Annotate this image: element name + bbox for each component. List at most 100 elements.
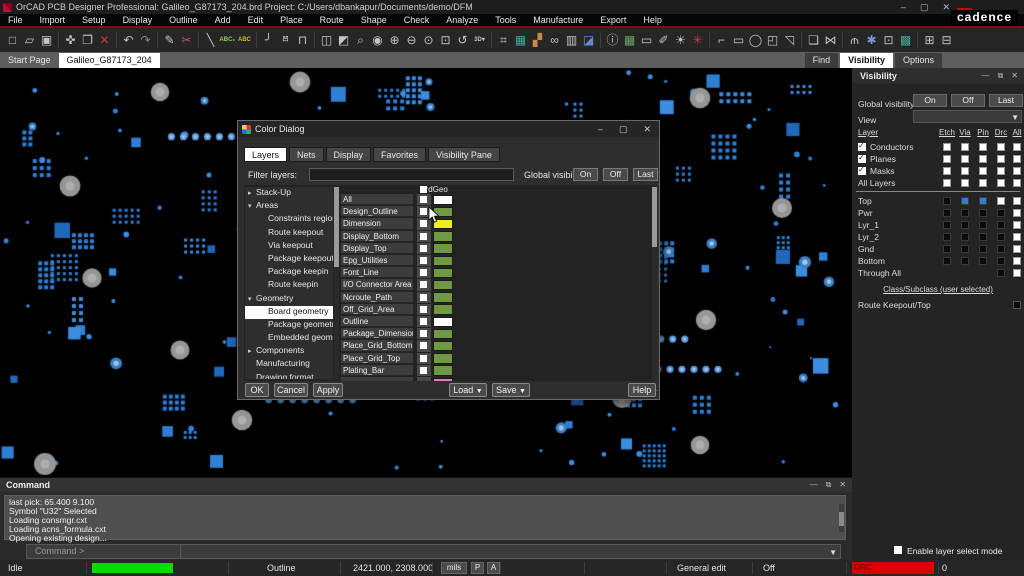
new-file-icon[interactable]: □ (4, 31, 21, 49)
subclass-icon[interactable]: ▞ (529, 31, 546, 49)
menu-tools[interactable]: Tools (495, 15, 516, 25)
pin-array-icon[interactable]: ⫙ (846, 31, 863, 49)
command-minimize-icon[interactable]: — (810, 480, 818, 490)
menu-check[interactable]: Check (404, 15, 430, 25)
visibility-cell-all[interactable] (1013, 167, 1021, 175)
visibility-cell-pin[interactable] (979, 257, 987, 265)
visibility-cell-drc[interactable] (997, 197, 1005, 205)
column-header-layer[interactable]: Layer (858, 128, 878, 137)
drc-indicator[interactable]: DRC (852, 562, 934, 574)
menu-manufacture[interactable]: Manufacture (533, 15, 583, 25)
shape-select-icon[interactable]: ◰ (764, 31, 781, 49)
layer-visibility-checkbox[interactable] (420, 318, 427, 325)
unhighlight-icon[interactable]: ✳ (689, 31, 706, 49)
visibility-cell-drc[interactable] (997, 143, 1005, 151)
zoom-center-icon[interactable]: ◉ (369, 31, 386, 49)
layer-color-swatch[interactable] (433, 329, 453, 340)
ruler-icon[interactable]: ▭ (638, 31, 655, 49)
color-grid-icon[interactable]: ▩ (897, 31, 914, 49)
layer-color-swatch[interactable] (433, 292, 453, 303)
delete-icon[interactable]: ✕ (96, 31, 113, 49)
visibility-cell-etch[interactable] (943, 167, 951, 175)
enable-layer-select-checkbox[interactable] (894, 546, 902, 554)
dialog-tab-favorites[interactable]: Favorites (373, 147, 426, 162)
visibility-cell-drc[interactable] (997, 209, 1005, 217)
doc-tab-galileo-g87173-204[interactable]: Galileo_G87173_204 (59, 53, 160, 68)
snapshot-icon[interactable]: ⊡ (880, 31, 897, 49)
visibility-cell-all[interactable] (1013, 245, 1021, 253)
visibility-cell-via[interactable] (961, 155, 969, 163)
tree-item-package-keepin[interactable]: Package keepin (245, 266, 333, 279)
global-visibility-last-button[interactable]: Last (989, 94, 1023, 107)
dialog-tab-visibility-pane[interactable]: Visibility Pane (428, 147, 500, 162)
menu-place[interactable]: Place (280, 15, 303, 25)
tree-item-drawing-format[interactable]: Drawing format (245, 372, 333, 379)
column-header-via[interactable]: Via (959, 128, 970, 137)
move-icon[interactable]: ✜ (62, 31, 79, 49)
menu-shape[interactable]: Shape (361, 15, 387, 25)
panel-tab-find[interactable]: Find (805, 53, 839, 68)
dialog-global-on-button[interactable]: On (573, 168, 598, 181)
command-history-dropdown-icon[interactable]: ▼ (829, 548, 837, 557)
tree-item-constraints-region[interactable]: Constraints region (245, 213, 333, 226)
dialog-tab-layers[interactable]: Layers (244, 147, 287, 162)
tree-item-route-keepout[interactable]: Route keepout (245, 227, 333, 240)
layer-visibility-checkbox[interactable] (420, 294, 427, 301)
custom-smooth-icon[interactable]: ⊓ (294, 31, 311, 49)
save-button[interactable]: Save ▼ (492, 383, 530, 397)
layer-group-checkbox[interactable] (858, 143, 866, 151)
visibility-cell-all[interactable] (1013, 143, 1021, 151)
visibility-cell-etch[interactable] (943, 155, 951, 163)
menu-route[interactable]: Route (320, 15, 344, 25)
tree-item-components[interactable]: ▸Components (245, 345, 333, 358)
command-float-icon[interactable]: ⧉ (826, 480, 832, 490)
layer-color-swatch[interactable] (433, 280, 453, 291)
visibility-cell-all[interactable] (1013, 197, 1021, 205)
tree-item-geometry[interactable]: ▾Geometry (245, 293, 333, 306)
tree-item-areas[interactable]: ▾Areas (245, 200, 333, 213)
undo-icon[interactable]: ↶ (120, 31, 137, 49)
menu-analyze[interactable]: Analyze (446, 15, 478, 25)
visibility-cell-etch[interactable] (943, 197, 951, 205)
add-line-icon[interactable]: ╲ (202, 31, 219, 49)
layer-visibility-checkbox[interactable] (420, 233, 427, 240)
visibility-cell-drc[interactable] (997, 179, 1005, 187)
shape-delete-icon[interactable]: ◹ (781, 31, 798, 49)
dialog-tab-nets[interactable]: Nets (289, 147, 324, 162)
list-header-checkbox[interactable] (420, 186, 427, 193)
p-button[interactable]: P (471, 562, 484, 574)
add-pin-icon[interactable]: ⊞ (921, 31, 938, 49)
layer-color-swatch[interactable] (433, 353, 453, 364)
visibility-cell-etch[interactable] (943, 245, 951, 253)
minimize-icon[interactable]: – (901, 2, 906, 13)
layer-visibility-checkbox[interactable] (420, 342, 427, 349)
layer-visibility-checkbox[interactable] (420, 196, 427, 203)
visibility-cell-all[interactable] (1013, 269, 1021, 277)
layer-visibility-checkbox[interactable] (420, 306, 427, 313)
info-icon[interactable]: ⓘ (604, 31, 621, 49)
layer-color-swatch[interactable] (433, 341, 453, 352)
units-button[interactable]: mils (441, 562, 467, 574)
package-icon[interactable]: ⊟ (938, 31, 955, 49)
visibility-cell-via[interactable] (961, 233, 969, 241)
tree-collapsed-arrow-icon[interactable]: ▸ (248, 189, 256, 197)
visibility-cell-drc[interactable] (997, 269, 1005, 277)
layer-color-swatch[interactable] (433, 207, 453, 218)
menu-export[interactable]: Export (600, 15, 626, 25)
zoom-points-icon[interactable]: ⌕ (352, 31, 369, 49)
layer-visibility-checkbox[interactable] (420, 269, 427, 276)
view-dropdown[interactable]: ▼ (913, 110, 1022, 123)
shape-arc-icon[interactable]: ⌐ (713, 31, 730, 49)
edit-text-icon[interactable]: ABC (236, 31, 253, 49)
layer-visibility-checkbox[interactable] (420, 208, 427, 215)
column-header-all[interactable]: All (1013, 128, 1022, 137)
copy-shape-icon[interactable]: ❏ (805, 31, 822, 49)
visibility-cell-etch[interactable] (943, 221, 951, 229)
tree-expanded-arrow-icon[interactable]: ▾ (248, 295, 256, 303)
shape-circle-icon[interactable]: ◯ (747, 31, 764, 49)
tree-item-via-keepout[interactable]: Via keepout (245, 240, 333, 253)
slide-icon[interactable]: ✂ (178, 31, 195, 49)
layer-color-swatch[interactable] (433, 256, 453, 267)
maximize-icon[interactable]: ▢ (920, 2, 929, 13)
layer-color-swatch[interactable] (433, 317, 453, 328)
